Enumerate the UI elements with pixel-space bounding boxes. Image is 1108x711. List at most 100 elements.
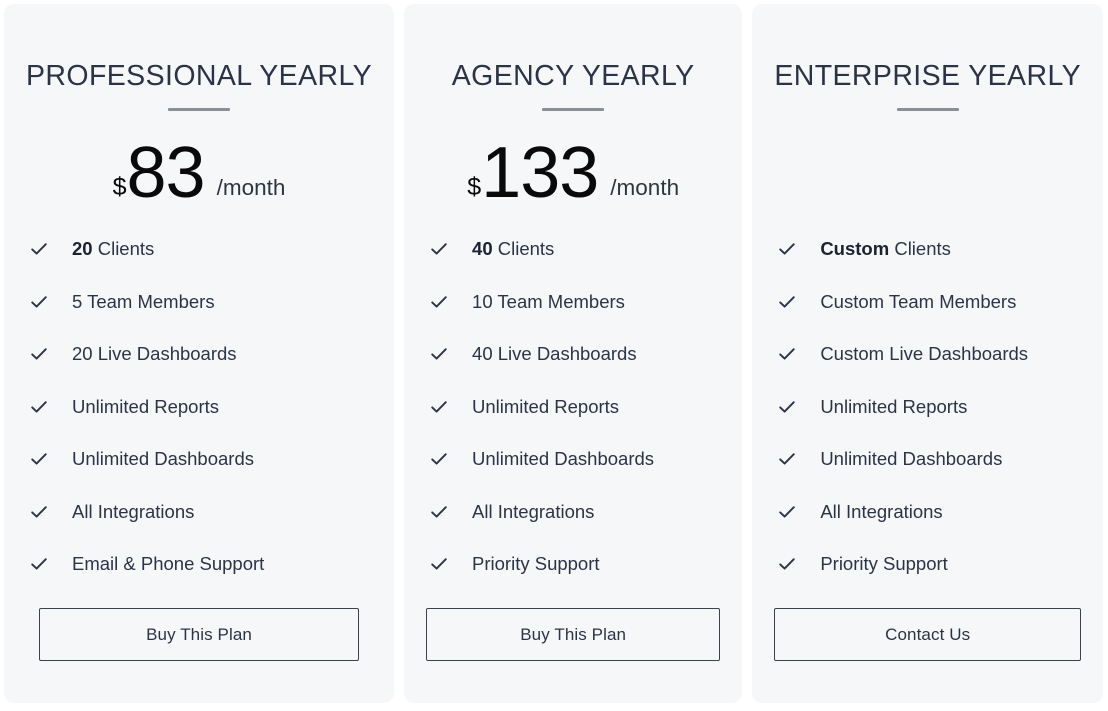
title-divider — [168, 107, 231, 111]
plan-cta-button[interactable]: Buy This Plan — [426, 608, 721, 662]
price-period: /month — [216, 174, 286, 200]
feature-text: 5 Team Members — [72, 290, 215, 312]
feature-item: Custom Clients — [774, 223, 1081, 276]
feature-label: All Integrations — [472, 501, 594, 523]
feature-item: Custom Live Dashboards — [774, 328, 1081, 381]
check-icon — [776, 397, 798, 417]
plan-title: AGENCY YEARLY — [451, 60, 695, 92]
title-divider — [896, 107, 959, 111]
feature-text: Unlimited Dashboards — [820, 448, 1003, 470]
feature-label: All Integrations — [820, 501, 942, 523]
check-icon — [28, 502, 50, 522]
cta-zone: Buy This Plan — [26, 608, 372, 662]
check-icon — [776, 502, 798, 522]
check-icon — [28, 344, 50, 364]
plan-card: PROFESSIONAL YEARLY $83/month 20 Clients 5 … — [4, 4, 395, 703]
feature-label: Priority Support — [820, 553, 948, 575]
feature-label: 20 Live Dashboards — [72, 343, 237, 365]
check-icon — [428, 344, 450, 364]
plan-cta-button[interactable]: Buy This Plan — [39, 608, 360, 662]
feature-item: Unlimited Dashboards — [426, 433, 720, 486]
price-block: $133/month — [426, 117, 720, 209]
feature-label: Unlimited Reports — [72, 396, 219, 418]
price-amount: 83 — [126, 132, 206, 213]
price-period: /month — [610, 174, 680, 200]
cta-zone: Contact Us — [774, 608, 1081, 662]
feature-item: 40 Live Dashboards — [426, 328, 720, 381]
feature-item: All Integrations — [26, 485, 372, 538]
feature-text: All Integrations — [820, 500, 943, 522]
feature-item: Priority Support — [774, 538, 1081, 591]
check-icon — [776, 292, 798, 312]
feature-label: 20 Clients — [72, 238, 154, 260]
feature-label: Priority Support — [472, 553, 600, 575]
feature-item: 20 Live Dashboards — [26, 328, 372, 381]
feature-item: 5 Team Members — [26, 275, 372, 328]
feature-item: 40 Clients — [426, 223, 720, 276]
feature-label: Unlimited Dashboards — [72, 448, 254, 470]
feature-text: 40 Live Dashboards — [472, 343, 637, 365]
feature-text: Unlimited Dashboards — [72, 448, 255, 470]
feature-text: Priority Support — [820, 553, 948, 575]
check-icon — [428, 502, 450, 522]
plan-title: ENTERPRISE YEARLY — [774, 60, 1081, 92]
feature-text: Unlimited Reports — [472, 395, 620, 417]
feature-label: Unlimited Reports — [820, 396, 967, 418]
plan-card: ENTERPRISE YEARLY Custom Clients Custom Te… — [752, 4, 1103, 703]
title-divider — [542, 107, 605, 111]
price-amount: 133 — [481, 132, 599, 213]
feature-item: All Integrations — [426, 485, 720, 538]
price-block — [774, 117, 1081, 209]
check-icon — [428, 449, 450, 469]
feature-item: All Integrations — [774, 485, 1081, 538]
feature-item: 20 Clients — [26, 223, 372, 276]
feature-label: Unlimited Dashboards — [472, 448, 654, 470]
plan-cta-button[interactable]: Contact Us — [774, 608, 1081, 662]
check-icon — [428, 554, 450, 574]
feature-list: Custom Clients Custom Team Members Custom … — [774, 223, 1081, 591]
feature-item: Email & Phone Support — [26, 538, 372, 591]
check-icon — [28, 292, 50, 312]
feature-item: Unlimited Reports — [26, 380, 372, 433]
check-icon — [776, 344, 798, 364]
feature-text: Clients — [894, 238, 951, 260]
feature-label: All Integrations — [72, 501, 194, 523]
feature-text: Unlimited Reports — [72, 395, 220, 417]
check-icon — [428, 397, 450, 417]
feature-text: Unlimited Reports — [820, 395, 968, 417]
feature-label: Custom Live Dashboards — [820, 343, 1028, 365]
check-icon — [776, 554, 798, 574]
feature-text: 20 Live Dashboards — [72, 343, 237, 365]
feature-item: Priority Support — [426, 538, 720, 591]
feature-text: Custom Team Members — [820, 290, 1017, 312]
feature-highlight: 40 — [472, 238, 493, 260]
feature-item: Custom Team Members — [774, 275, 1081, 328]
feature-list: 40 Clients 10 Team Members 40 Live Dashboa… — [426, 223, 720, 591]
feature-label: Custom Team Members — [820, 291, 1016, 313]
check-icon — [28, 397, 50, 417]
plan-title: PROFESSIONAL YEARLY — [26, 60, 373, 92]
feature-item: Unlimited Dashboards — [26, 433, 372, 486]
check-icon — [28, 239, 50, 259]
feature-label: 10 Team Members — [472, 291, 625, 313]
plan-card: AGENCY YEARLY $133/month 40 Clients 10 Team… — [404, 4, 743, 703]
feature-highlight: 20 — [72, 238, 93, 260]
feature-label: 40 Live Dashboards — [472, 343, 637, 365]
cta-zone: Buy This Plan — [426, 608, 721, 662]
feature-label: 40 Clients — [472, 238, 554, 260]
feature-label: Email & Phone Support — [72, 553, 264, 575]
price-block: $83/month — [26, 117, 372, 209]
feature-text: All Integrations — [472, 500, 595, 522]
check-icon — [776, 449, 798, 469]
check-icon — [428, 239, 450, 259]
feature-text: Unlimited Dashboards — [472, 448, 655, 470]
feature-text: Custom Live Dashboards — [820, 343, 1029, 365]
feature-item: 10 Team Members — [426, 275, 720, 328]
check-icon — [28, 449, 50, 469]
price-currency: $ — [112, 172, 127, 201]
feature-text: Email & Phone Support — [72, 553, 265, 575]
pricing-table: PROFESSIONAL YEARLY $83/month 20 Clients 5 … — [0, 0, 1108, 711]
feature-text: 10 Team Members — [472, 290, 625, 312]
feature-text: All Integrations — [72, 500, 195, 522]
feature-list: 20 Clients 5 Team Members 20 Live Dashboar… — [26, 223, 372, 591]
